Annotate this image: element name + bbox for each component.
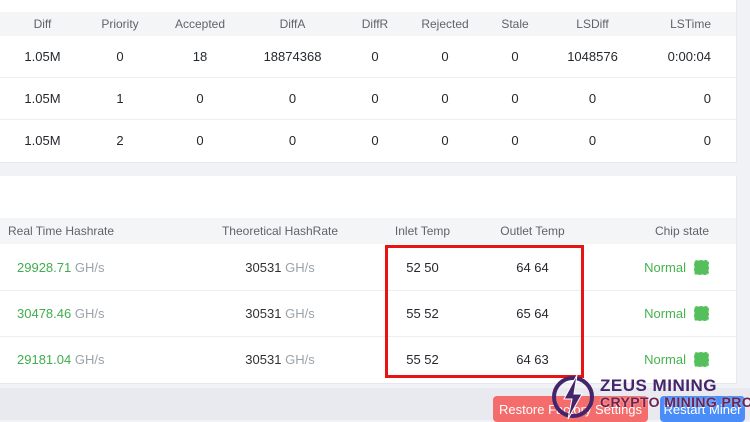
theo-number: 30531 [245,305,282,321]
pool-cell: 2 [116,132,124,148]
pool-cell: 0 [371,132,379,148]
pool-cell: 1 [116,90,124,106]
hashboard-stats-card: Real Time Hashrate Theoretical HashRate … [0,176,737,384]
pool-cell: 0 [441,90,449,106]
chip-state-label: Normal [644,351,686,367]
pool-cell: 0 [371,49,379,64]
pool-table-row: 1.05M 1 0 0 0 0 0 0 0 [0,77,736,119]
restore-factory-settings-button[interactable]: Restore Factory Settings [493,396,648,422]
pool-cell: 0 [588,132,597,148]
board-table-row: 29181.04 GH/s 30531 GH/s 55 52 64 63 Nor… [0,336,736,382]
pool-cell: 0 [441,49,449,64]
hashrate-unit: GH/s [74,259,105,275]
col-header-outlet-temp: Outlet Temp [500,224,565,238]
inlet-temp-value: 55 52 [406,305,439,321]
chip-status-icon [694,351,709,367]
miner-dashboard-screen: Diff Priority Accepted DiffA DiffR Rejec… [0,0,750,422]
chip-status-icon [694,305,709,321]
col-header-priority: Priority [101,17,139,31]
pool-cell: 18 [192,49,208,64]
pool-stats-card: Diff Priority Accepted DiffA DiffR Rejec… [0,0,737,163]
pool-cell: 1.05M [24,49,61,64]
pool-table-header: Diff Priority Accepted DiffA DiffR Rejec… [0,12,736,36]
pool-cell: 0 [703,90,711,106]
chip-state-label: Normal [644,259,686,275]
pool-cell: 0 [511,132,519,148]
theo-number: 30531 [245,259,282,275]
pool-cell: 0:00:04 [667,49,711,64]
col-header-chip-state: Chip state [654,224,709,238]
inlet-temp-value: 52 50 [406,259,439,275]
pool-cell: 1.05M [24,90,61,106]
pool-cell: 0 [588,90,597,106]
pool-cell: 0 [288,132,297,148]
pool-cell: 0 [371,90,379,106]
col-header-diff: Diff [33,17,52,31]
theo-unit: GH/s [285,259,315,275]
pool-cell: 0 [196,132,204,148]
col-header-theo-hashrate: Theoretical HashRate [221,224,339,238]
pool-table-row: 1.05M 2 0 0 0 0 0 0 0 [0,119,736,161]
real-hashrate-value: 30478.46 GH/s [0,306,170,321]
hashrate-number: 29181.04 [17,351,72,367]
pool-cell: 0 [511,90,519,106]
theo-hashrate-value: 30531 GH/s [170,306,390,321]
chip-state-label: Normal [644,305,686,321]
col-header-lsdiff: LSDiff [576,17,609,31]
hashrate-number: 29928.71 [17,259,72,275]
col-header-accepted: Accepted [174,17,226,31]
real-hashrate-value: 29928.71 GH/s [0,260,170,275]
col-header-rejected: Rejected [421,17,469,31]
chip-status-icon [694,259,709,275]
theo-unit: GH/s [285,305,315,321]
hashrate-unit: GH/s [74,305,105,321]
pool-cell: 0 [703,132,711,148]
col-header-diffa: DiffA [279,17,306,31]
theo-number: 30531 [245,351,282,367]
chip-state-value: Normal [610,351,736,367]
pool-cell: 0 [511,49,519,64]
inlet-temp-value: 55 52 [406,351,439,367]
theo-hashrate-value: 30531 GH/s [170,352,390,367]
outlet-temp-value: 64 63 [516,351,549,367]
col-header-stale: Stale [501,17,529,31]
pool-cell: 0 [441,132,449,148]
theo-unit: GH/s [285,351,315,367]
board-table-row: 29928.71 GH/s 30531 GH/s 52 50 64 64 Nor… [0,244,736,290]
pool-cell: 1048576 [567,49,618,64]
col-header-lstime: LSTime [670,17,711,31]
col-header-real-hashrate: Real Time Hashrate [8,224,115,238]
pool-cell: 1.05M [24,132,61,148]
theo-hashrate-value: 30531 GH/s [170,260,390,275]
board-table-row: 30478.46 GH/s 30531 GH/s 55 52 65 64 Nor… [0,290,736,336]
col-header-diffr: DiffR [361,17,389,31]
outlet-temp-value: 64 64 [516,259,549,275]
col-header-inlet-temp: Inlet Temp [394,224,451,238]
pool-cell: 0 [116,49,124,64]
pool-table-row: 1.05M 0 18 18874368 0 0 0 1048576 0:00:0… [0,36,736,77]
hashrate-unit: GH/s [74,351,105,367]
pool-cell: 0 [288,90,297,106]
board-table-header: Real Time Hashrate Theoretical HashRate … [0,218,736,244]
chip-state-value: Normal [610,259,736,275]
outlet-temp-value: 65 64 [516,305,549,321]
pool-cell: 18874368 [263,49,322,64]
pool-cell: 0 [196,90,204,106]
restart-miner-button[interactable]: Restart Miner [660,396,745,422]
hashrate-number: 30478.46 [17,305,72,321]
real-hashrate-value: 29181.04 GH/s [0,352,170,367]
chip-state-value: Normal [610,305,736,321]
